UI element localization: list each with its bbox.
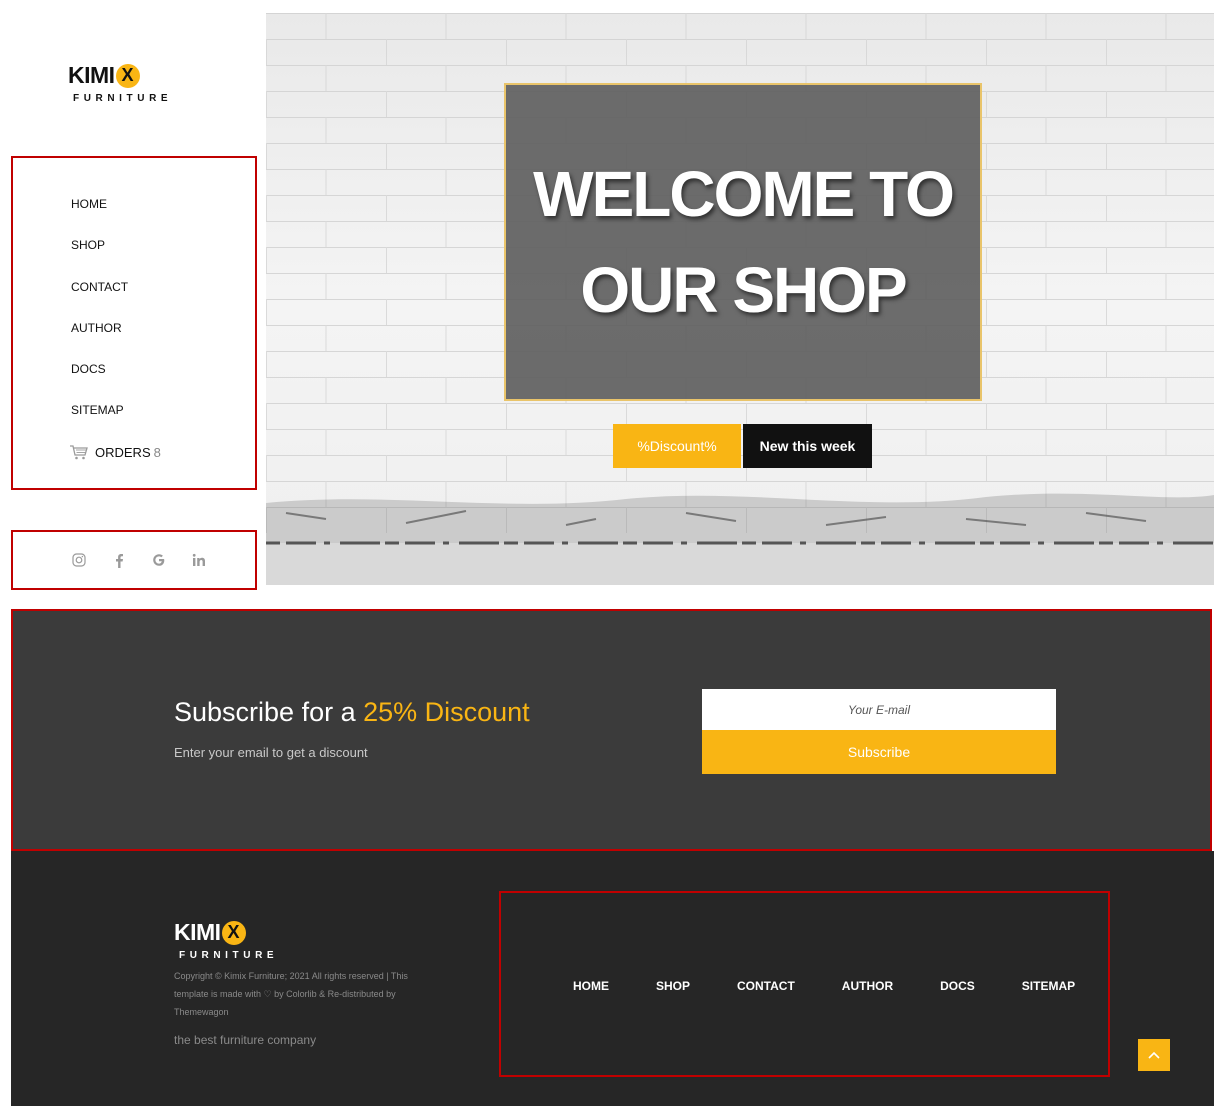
orders-link[interactable]: ORDERS 8 bbox=[69, 444, 161, 460]
footer-nav-shop[interactable]: SHOP bbox=[656, 979, 690, 993]
sidebar-nav-box: HOME SHOP CONTACT AUTHOR DOCS SITEMAP OR… bbox=[11, 156, 257, 490]
footer-tagline: the best furniture company bbox=[174, 1033, 317, 1047]
footer-brand-tagline: FURNITURE bbox=[179, 950, 279, 961]
hero-title-line-2: OUR SHOP bbox=[580, 254, 907, 326]
footer-nav: HOME SHOP CONTACT AUTHOR DOCS SITEMAP bbox=[573, 979, 1122, 993]
footer-nav-home[interactable]: HOME bbox=[573, 979, 609, 993]
sidebar-item-docs[interactable]: DOCS bbox=[71, 361, 128, 402]
sidebar-item-sitemap[interactable]: SITEMAP bbox=[71, 402, 128, 443]
new-this-week-button[interactable]: New this week bbox=[743, 424, 872, 468]
subscribe-button[interactable]: Subscribe bbox=[702, 730, 1056, 774]
footer-brand-x-mark: X bbox=[221, 920, 246, 945]
subscribe-title-prefix: Subscribe for a bbox=[174, 697, 364, 727]
sidebar-item-contact[interactable]: CONTACT bbox=[71, 279, 128, 320]
linkedin-icon[interactable] bbox=[191, 552, 207, 568]
orders-count: 8 bbox=[153, 444, 161, 460]
brand-x-mark: X bbox=[115, 63, 140, 88]
discount-button[interactable]: %Discount% bbox=[613, 424, 741, 468]
hero-title-line-1: WELCOME TO bbox=[533, 158, 955, 230]
subscribe-title-accent: 25% Discount bbox=[363, 697, 530, 727]
footer-nav-sitemap[interactable]: SITEMAP bbox=[1022, 979, 1075, 993]
footer-brand-logo[interactable]: KIMI X FURNITURE bbox=[174, 919, 294, 965]
sidebar-nav: HOME SHOP CONTACT AUTHOR DOCS SITEMAP bbox=[71, 196, 128, 444]
footer-nav-docs[interactable]: DOCS bbox=[940, 979, 975, 993]
brand-logo[interactable]: KIMI X FURNITURE bbox=[68, 62, 188, 108]
footer-nav-box: HOME SHOP CONTACT AUTHOR DOCS SITEMAP bbox=[499, 891, 1110, 1077]
orders-label: ORDERS bbox=[95, 444, 151, 460]
footer-brand-name: KIMI bbox=[174, 919, 221, 945]
sidebar-item-author[interactable]: AUTHOR bbox=[71, 320, 128, 361]
sidebar-item-shop[interactable]: SHOP bbox=[71, 237, 128, 278]
social-links bbox=[11, 530, 257, 590]
sidebar-item-home[interactable]: HOME bbox=[71, 196, 128, 237]
subscribe-description: Enter your email to get a discount bbox=[174, 745, 368, 760]
brand-name: KIMI bbox=[68, 62, 115, 88]
cart-icon bbox=[70, 445, 88, 460]
footer-nav-author[interactable]: AUTHOR bbox=[842, 979, 893, 993]
brand-tagline: FURNITURE bbox=[73, 93, 173, 104]
hero-title-panel: WELCOME TO OUR SHOP bbox=[504, 83, 982, 401]
email-field[interactable] bbox=[702, 689, 1056, 730]
subscribe-title: Subscribe for a 25% Discount bbox=[174, 697, 530, 728]
instagram-icon[interactable] bbox=[71, 552, 87, 568]
google-icon[interactable] bbox=[151, 552, 167, 568]
footer-nav-contact[interactable]: CONTACT bbox=[737, 979, 795, 993]
facebook-icon[interactable] bbox=[111, 552, 127, 568]
footer: KIMI X FURNITURE Copyright © Kimix Furni… bbox=[11, 851, 1214, 1106]
chevron-up-icon bbox=[1148, 1051, 1160, 1059]
subscribe-section: Subscribe for a 25% Discount Enter your … bbox=[11, 609, 1212, 851]
back-to-top-button[interactable] bbox=[1138, 1039, 1170, 1071]
footer-copyright: Copyright © Kimix Furniture; 2021 All ri… bbox=[174, 971, 408, 1017]
hero-banner: WELCOME TO OUR SHOP %Discount% New this … bbox=[266, 13, 1214, 585]
